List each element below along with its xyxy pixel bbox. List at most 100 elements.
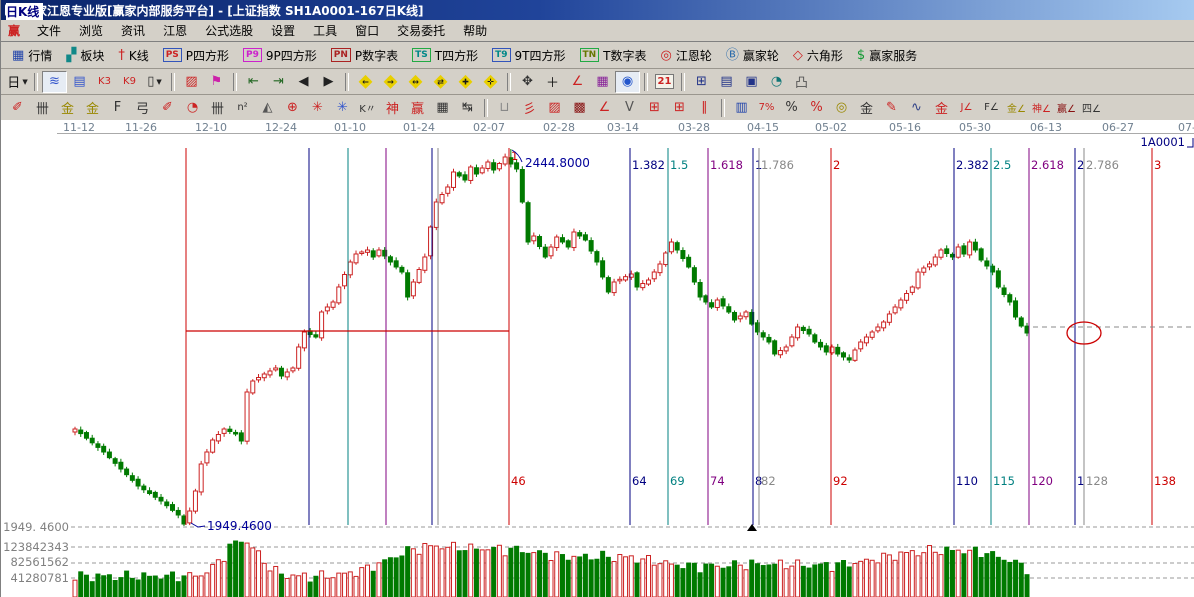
menu-tools[interactable]: 工具 (304, 20, 346, 41)
menu-help[interactable]: 帮助 (454, 20, 496, 41)
tool-ray-box-dark-button[interactable]: ▩ (567, 97, 592, 119)
chart-canvas[interactable]: 1461.382641.5691.61874181.786822922.3821… (1, 134, 1194, 597)
menu-gann[interactable]: 江恩 (154, 20, 196, 41)
tool-calendar-21-button[interactable]: 21 (652, 71, 677, 93)
tool-gann-grid-tool-button[interactable]: ▦ (590, 71, 615, 93)
tool-shrink-left-button[interactable]: ◆← (353, 71, 378, 93)
tool-angle-gold-button[interactable]: 金∠ (1004, 97, 1029, 119)
tool-angle-lines-button[interactable]: ∠ (592, 97, 617, 119)
tool-page-next-button[interactable]: ▶ (316, 71, 341, 93)
tool-info-view-button[interactable]: ▤ (67, 71, 92, 93)
tool-goto-first-button[interactable]: ⇤ (241, 71, 266, 93)
tool-draw-pen-button[interactable]: ✐ (5, 97, 30, 119)
tool-angle-f-button[interactable]: F∠ (979, 97, 1004, 119)
toolbar-t-number-table-button[interactable]: TNT数字表 (573, 44, 654, 67)
tool-expand-all-button[interactable]: ◆✚ (453, 71, 478, 93)
tool-gold-red-button[interactable]: 金 (929, 97, 954, 119)
tool-gann-grid-button[interactable]: 卌 (30, 97, 55, 119)
tool-wave-tool-button[interactable]: ∿ (904, 97, 929, 119)
menu-news[interactable]: 资讯 (112, 20, 154, 41)
tool-ray-fan-button[interactable]: 彡 (517, 97, 542, 119)
tool-span-arrows-button[interactable]: ↹ (455, 97, 480, 119)
tool-bow-grid-button[interactable]: 弓 (130, 97, 155, 119)
tool-shen-grid-button[interactable]: 神 (380, 97, 405, 119)
tool-pan-hand-button[interactable]: ✥ (515, 71, 540, 93)
tool-expand-horizontal-button[interactable]: ◆↔ (403, 71, 428, 93)
tool-percent-7-button[interactable]: 7% (754, 97, 779, 119)
tool-angle-shen-button[interactable]: 神∠ (1029, 97, 1054, 119)
tool-angle-si-button[interactable]: 四∠ (1079, 97, 1104, 119)
period-daily-caret-icon[interactable]: ▼ (22, 78, 27, 86)
tool-grid-box-1-button[interactable]: ⊞ (642, 97, 667, 119)
tool-box-tool-button[interactable]: ⊔ (492, 97, 517, 119)
toolbar-gann-wheel-button[interactable]: ◎江恩轮 (654, 44, 719, 67)
toolbar-9t-square-button[interactable]: T99T四方形 (485, 44, 572, 67)
tool-gann-web-box-button[interactable]: ✳ (330, 97, 355, 119)
tool-bars-blue-button[interactable]: ▥ (729, 97, 754, 119)
tool-percent-button[interactable]: % (779, 97, 804, 119)
tool-v-lines-button[interactable]: Ⅴ (617, 97, 642, 119)
tool-grid-2-button[interactable]: 卌 (205, 97, 230, 119)
menu-settings[interactable]: 设置 (262, 20, 304, 41)
tool-compress-horizontal-button[interactable]: ◆⇄ (428, 71, 453, 93)
tool-circle-gauge-button[interactable]: ◔ (180, 97, 205, 119)
tool-grid-box-2-button[interactable]: ⊞ (667, 97, 692, 119)
toolbar-9p-square-button[interactable]: P99P四方形 (236, 44, 324, 67)
tool-flag-mark-button[interactable]: ⚑ (204, 71, 229, 93)
tool-gann-web-button[interactable]: ✳ (305, 97, 330, 119)
tool-crosshair-button[interactable]: ＋ (540, 71, 565, 93)
tool-percent-line-button[interactable]: % (804, 97, 829, 119)
tool-kline-9-button[interactable]: K9 (117, 71, 142, 93)
tool-calculator-button[interactable]: ⊞ (689, 71, 714, 93)
tool-ying-grid-button[interactable]: 赢 (405, 97, 430, 119)
toolbar-kline-button[interactable]: †K线 (111, 44, 155, 67)
tool-candle-style-button[interactable]: ▯▼ (142, 71, 167, 93)
tool-world-view-button[interactable]: ◉ (615, 71, 640, 93)
toolbar-p-number-table-button[interactable]: PNP数字表 (324, 44, 405, 67)
toolbar-winner-wheel-button[interactable]: Ⓑ赢家轮 (719, 44, 786, 67)
tool-angle-measure-button[interactable]: ∠ (565, 71, 590, 93)
candle-body (354, 254, 358, 263)
menu-browse[interactable]: 浏览 (70, 20, 112, 41)
tool-gold-circle-button[interactable]: ◎ (829, 97, 854, 119)
tool-region-select-button[interactable]: ▨ (179, 71, 204, 93)
menu-window[interactable]: 窗口 (346, 20, 388, 41)
tool-reset-zoom-button[interactable]: ◆✛ (478, 71, 503, 93)
menu-file[interactable]: 文件 (28, 20, 70, 41)
tool-pen-2-button[interactable]: ✎ (879, 97, 904, 119)
tool-angle-ying-button[interactable]: 赢∠ (1054, 97, 1079, 119)
toolbar-quotes-button[interactable]: ▦行情 (5, 44, 59, 67)
toolbar-p-square-button[interactable]: PSP四方形 (156, 44, 236, 67)
tool-kline-3-button[interactable]: K3 (92, 71, 117, 93)
toolbar-t-square-button[interactable]: TST四方形 (405, 44, 485, 67)
candle-style-caret-icon[interactable]: ▼ (156, 78, 161, 86)
toolbar-hexagon-button[interactable]: ◇六角形 (786, 44, 850, 67)
tool-k-quote-button[interactable]: K〃 (355, 97, 380, 119)
tool-period-daily-button[interactable]: 日▼ (5, 71, 30, 93)
tool-shrink-right-button[interactable]: ◆→ (378, 71, 403, 93)
tool-angle-j-button[interactable]: J∠ (954, 97, 979, 119)
tool-notepad-button[interactable]: ▤ (714, 71, 739, 93)
tool-save-history-button[interactable]: ◔ (764, 71, 789, 93)
tool-f-grid-button[interactable]: F (105, 97, 130, 119)
tool-gold-line-button[interactable]: 金 (854, 97, 879, 119)
tool-parallel-lines-button[interactable]: ∥ (692, 97, 717, 119)
toolbar-winner-service-button[interactable]: $赢家服务 (850, 44, 924, 67)
tool-angle-mirror-button[interactable]: ◭ (255, 97, 280, 119)
tool-rocket-tool-button[interactable]: ✐ (155, 97, 180, 119)
tool-pattern-view-button[interactable]: ≋ (42, 71, 67, 93)
tool-n-square-button[interactable]: n² (230, 97, 255, 119)
angle-f-icon: F∠ (984, 102, 999, 113)
tool-page-prev-button[interactable]: ◀ (291, 71, 316, 93)
tool-save-button[interactable]: ▣ (739, 71, 764, 93)
tool-compass-button[interactable]: ⊕ (280, 97, 305, 119)
menu-trade[interactable]: 交易委托 (388, 20, 454, 41)
tool-ruler-grid-button[interactable]: ▦ (430, 97, 455, 119)
toolbar-sectors-button[interactable]: ▞板块 (59, 44, 111, 67)
tool-ray-box-button[interactable]: ▨ (542, 97, 567, 119)
tool-gold-grid-2-button[interactable]: 金 (80, 97, 105, 119)
tool-print-button[interactable]: 凸 (789, 71, 814, 93)
tool-goto-last-button[interactable]: ⇥ (266, 71, 291, 93)
tool-gold-grid-1-button[interactable]: 金 (55, 97, 80, 119)
menu-formula-pick[interactable]: 公式选股 (196, 20, 262, 41)
